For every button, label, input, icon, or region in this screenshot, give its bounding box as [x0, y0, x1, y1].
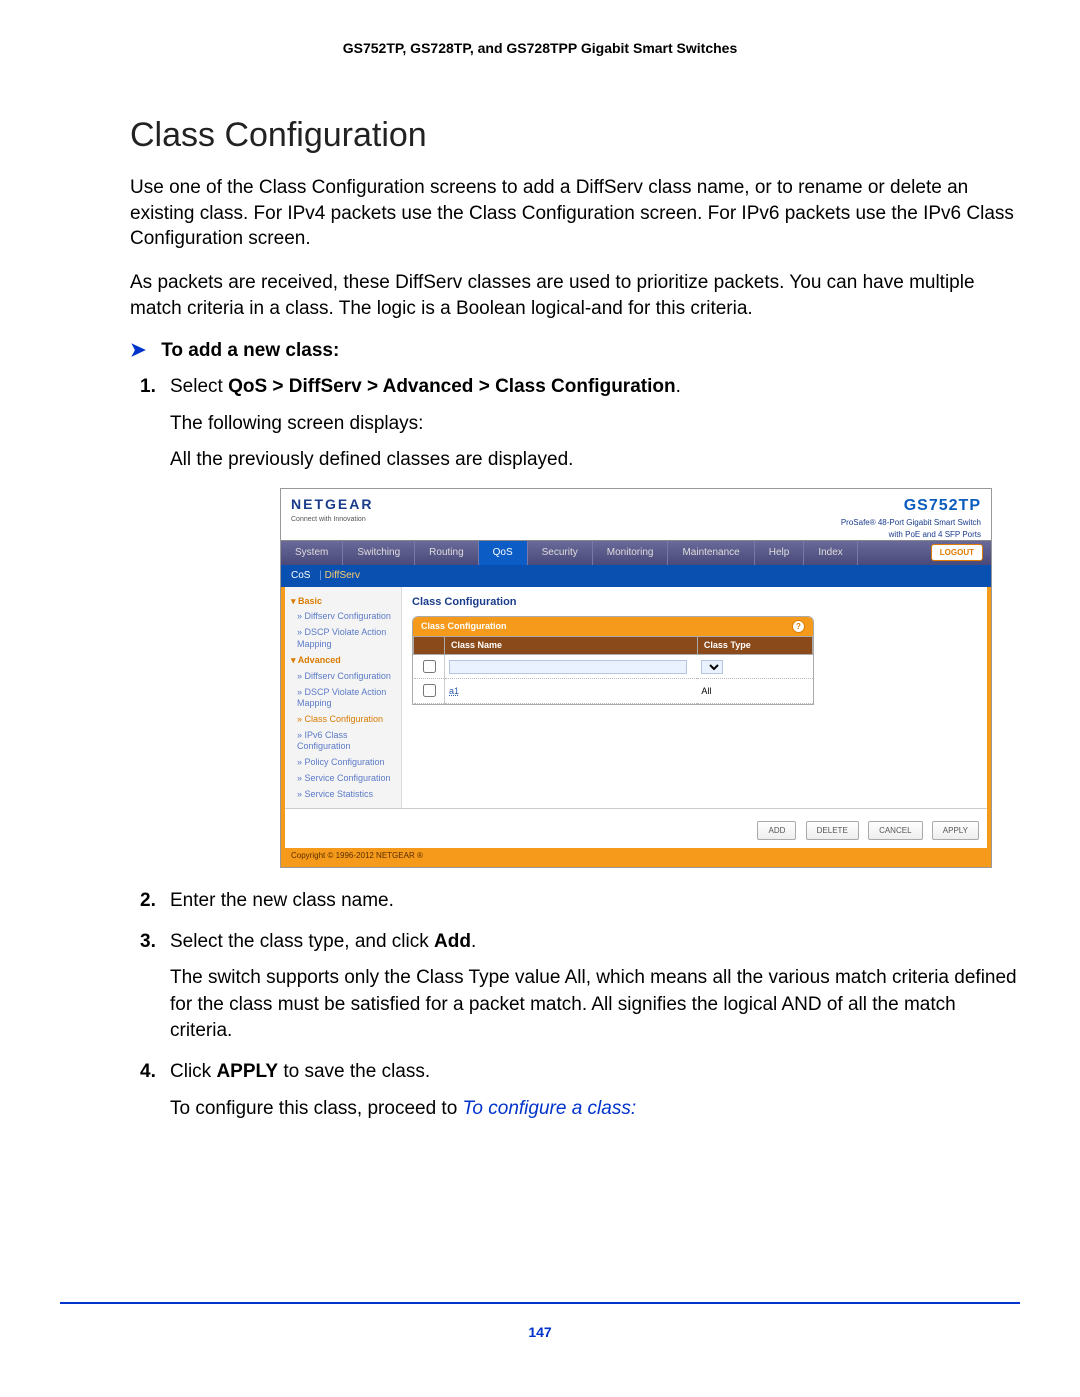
sidebar-item-class-config[interactable]: » Class Configuration	[291, 712, 401, 728]
delete-button[interactable]: DELETE	[806, 821, 859, 840]
copyright: Copyright © 1996-2012 NETGEAR ®	[285, 848, 987, 863]
subtab-cos[interactable]: CoS	[291, 570, 310, 581]
class-name-input[interactable]	[449, 660, 687, 674]
step1-sub2: All the previously defined classes are d…	[170, 447, 1020, 474]
step4-a: Click	[170, 1061, 216, 1082]
box-title: Class Configuration	[421, 620, 507, 633]
tab-security[interactable]: Security	[528, 541, 593, 565]
page-number: 147	[60, 1302, 1020, 1340]
tab-index[interactable]: Index	[804, 541, 857, 565]
step2-text: Enter the new class name.	[170, 890, 394, 911]
row-checkbox[interactable]	[423, 684, 436, 697]
step3-a: Select the class type, and click	[170, 931, 434, 952]
help-icon[interactable]: ?	[792, 620, 805, 633]
sidebar-group-advanced[interactable]: ▾ Advanced	[291, 652, 401, 669]
col-class-name: Class Name	[445, 637, 698, 655]
panel-title: Class Configuration	[412, 595, 977, 610]
brand-tagline: Connect with Innovation	[291, 515, 373, 525]
sidebar-item-ipv6-class[interactable]: » IPv6 Class Configuration	[291, 728, 401, 755]
document-header: GS752TP, GS728TP, and GS728TPP Gigabit S…	[60, 40, 1020, 56]
sidebar-item-basic-dscp[interactable]: » DSCP Violate Action Mapping	[291, 625, 401, 652]
sidebar-item-adv-diffserv[interactable]: » Diffserv Configuration	[291, 669, 401, 685]
paragraph-2: As packets are received, these DiffServ …	[60, 270, 1020, 321]
step1-pre: Select	[170, 376, 228, 397]
section-heading: Class Configuration	[60, 116, 1020, 155]
col-class-type: Class Type	[697, 637, 812, 655]
product-model: GS752TP	[841, 495, 981, 517]
tab-system[interactable]: System	[281, 541, 343, 565]
brand-logo: NETGEAR	[291, 495, 373, 515]
subtab-diffserv[interactable]: DiffServ	[325, 570, 360, 581]
step4-sub-a: To configure this class, proceed to	[170, 1098, 463, 1119]
step3-b: Add	[434, 931, 471, 952]
step-1: 1. Select QoS > DiffServ > Advanced > Cl…	[170, 374, 1020, 868]
sidebar-item-basic-diffserv[interactable]: » Diffserv Configuration	[291, 609, 401, 625]
cell-class-name[interactable]: a1	[445, 679, 698, 704]
step1-sub1: The following screen displays:	[170, 411, 1020, 438]
step4-c: to save the class.	[278, 1061, 430, 1082]
procedure-title: ➤ To add a new class:	[60, 339, 1020, 362]
arrow-icon: ➤	[130, 340, 146, 361]
step1-post: .	[676, 376, 681, 397]
class-table: Class Name Class Type	[413, 636, 813, 704]
tab-maintenance[interactable]: Maintenance	[668, 541, 754, 565]
configure-class-link[interactable]: To configure a class:	[463, 1098, 637, 1119]
add-button[interactable]: ADD	[757, 821, 796, 840]
tab-help[interactable]: Help	[755, 541, 805, 565]
step3-c: .	[471, 931, 476, 952]
cell-class-type: All	[697, 679, 812, 704]
step4-b: APPLY	[216, 1061, 278, 1082]
tab-switching[interactable]: Switching	[343, 541, 415, 565]
sidebar-item-service-stats[interactable]: » Service Statistics	[291, 787, 401, 803]
step1-path: QoS > DiffServ > Advanced > Class Config…	[228, 376, 675, 397]
tab-qos[interactable]: QoS	[479, 541, 528, 565]
apply-button[interactable]: APPLY	[932, 821, 979, 840]
sidebar-group-basic[interactable]: ▾ Basic	[291, 593, 401, 610]
sidebar: ▾ Basic » Diffserv Configuration » DSCP …	[285, 587, 402, 808]
sidebar-item-adv-dscp[interactable]: » DSCP Violate Action Mapping	[291, 685, 401, 712]
step-3: 3. Select the class type, and click Add.…	[170, 929, 1020, 1045]
logout-button[interactable]: LOGOUT	[931, 544, 983, 561]
sidebar-item-service[interactable]: » Service Configuration	[291, 771, 401, 787]
table-row	[414, 654, 813, 679]
paragraph-1: Use one of the Class Configuration scree…	[60, 175, 1020, 252]
class-type-select[interactable]	[701, 660, 723, 674]
sidebar-item-policy[interactable]: » Policy Configuration	[291, 755, 401, 771]
procedure-title-text: To add a new class:	[161, 340, 339, 361]
row-checkbox[interactable]	[423, 660, 436, 673]
product-desc1: ProSafe® 48-Port Gigabit Smart Switch	[841, 517, 981, 528]
step-4: 4. Click APPLY to save the class. To con…	[170, 1059, 1020, 1122]
main-tabs: System Switching Routing QoS Security Mo…	[281, 540, 991, 565]
product-desc2: with PoE and 4 SFP Ports	[841, 529, 981, 540]
tab-monitoring[interactable]: Monitoring	[593, 541, 669, 565]
step-2: 2. Enter the new class name.	[170, 888, 1020, 915]
tab-routing[interactable]: Routing	[415, 541, 478, 565]
step3-sub: The switch supports only the Class Type …	[170, 965, 1020, 1045]
table-row: a1 All	[414, 679, 813, 704]
cancel-button[interactable]: CANCEL	[868, 821, 922, 840]
screenshot: NETGEAR Connect with Innovation GS752TP …	[280, 488, 992, 868]
